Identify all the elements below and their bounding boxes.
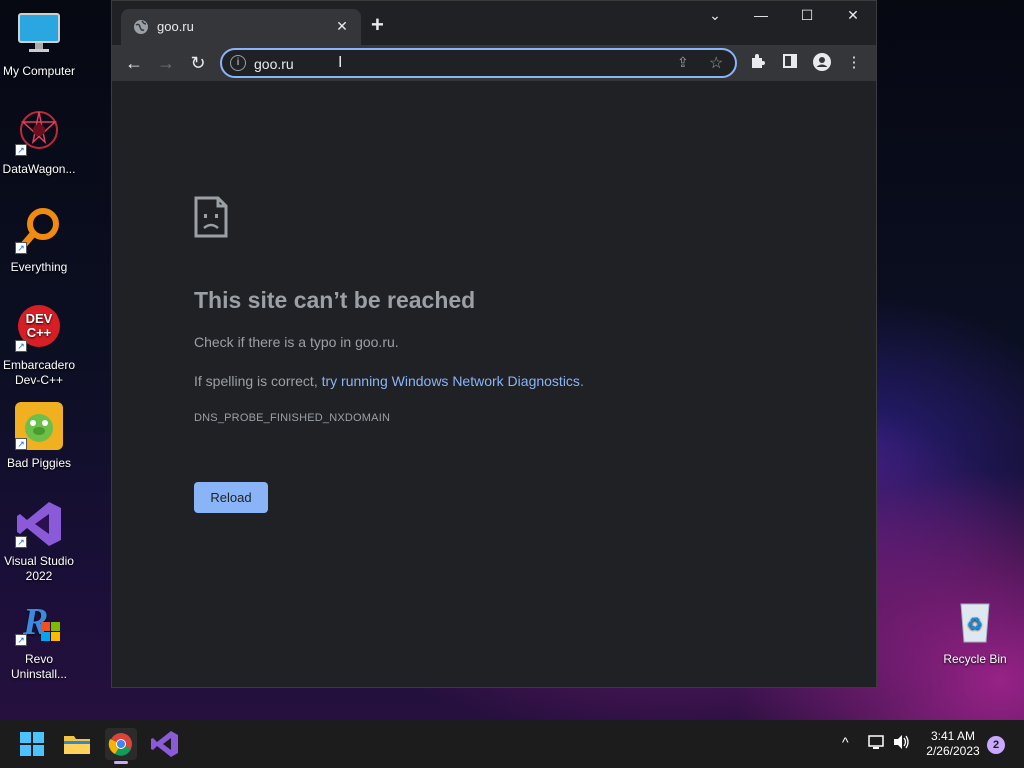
desktop-icon-datawagon[interactable]: ↗ DataWagon... xyxy=(0,108,78,177)
shortcut-arrow-icon: ↗ xyxy=(15,438,27,450)
shortcut-arrow-icon: ↗ xyxy=(15,536,27,548)
clock-date: 2/26/2023 xyxy=(926,744,980,758)
error-hint: Check if there is a typo in goo.ru. xyxy=(194,334,399,350)
extensions-puzzle-icon[interactable] xyxy=(748,53,768,73)
close-tab-icon[interactable]: ✕ xyxy=(333,17,351,35)
desktop-icon-label: DataWagon... xyxy=(2,162,76,176)
reload-button[interactable]: ↻ xyxy=(187,52,209,74)
show-hidden-icons-chevron-icon[interactable]: ^ xyxy=(842,734,849,750)
system-clock[interactable]: 3:41 AM 2/26/2023 xyxy=(922,729,984,759)
share-icon[interactable]: ⇪ xyxy=(677,54,689,71)
text-cursor-icon: I xyxy=(338,54,343,71)
svg-text:C++: C++ xyxy=(27,325,52,340)
network-diagnostics-link[interactable]: try running Windows Network Diagnostics xyxy=(322,373,580,389)
windows-start-icon[interactable] xyxy=(16,728,48,760)
site-info-icon[interactable]: i xyxy=(230,55,246,71)
network-icon[interactable] xyxy=(868,734,886,753)
desktop-icon-label: Visual Studio 2022 xyxy=(4,554,74,583)
taskbar: ^ 3:41 AM 2/26/2023 2 xyxy=(0,720,1024,768)
sad-page-icon xyxy=(194,196,228,238)
visual-studio-taskbar-icon[interactable] xyxy=(149,728,181,760)
recycle-bin-icon: ♻ xyxy=(951,598,999,646)
bookmark-star-icon[interactable]: ☆ xyxy=(709,53,723,73)
shortcut-arrow-icon: ↗ xyxy=(15,634,27,646)
desktop-icon-recycle-bin[interactable]: ♻ Recycle Bin xyxy=(936,598,1014,667)
revo-uninstaller-icon: R ↗ xyxy=(15,598,63,646)
reload-button-page[interactable]: Reload xyxy=(194,482,268,513)
suggestion-suffix: . xyxy=(579,373,584,389)
desktop-icon-bad-piggies[interactable]: ↗ Bad Piggies xyxy=(0,402,78,471)
file-explorer-icon[interactable] xyxy=(61,728,93,760)
svg-text:DEV: DEV xyxy=(26,311,53,326)
profile-avatar-icon[interactable] xyxy=(812,53,832,73)
close-window-button[interactable]: ✕ xyxy=(838,7,868,24)
svg-text:♻: ♻ xyxy=(967,614,983,635)
desktop-icon-revo[interactable]: R ↗ Revo Uninstall... xyxy=(0,598,78,682)
magnifier-icon: ↗ xyxy=(15,206,63,254)
browser-window: goo.ru ✕ + ⌄ — ☐ ✕ ← → ↻ i goo.ru I ⇪ ☆ … xyxy=(111,0,877,688)
suggestion-prefix: If spelling is correct, xyxy=(194,373,322,389)
back-button[interactable]: ← xyxy=(123,52,145,74)
error-page: This site can’t be reached Check if ther… xyxy=(112,81,876,687)
datawagon-icon: ↗ xyxy=(15,108,63,156)
desktop-icon-my-computer[interactable]: My Computer xyxy=(0,10,78,79)
desktop-icon-everything[interactable]: ↗ Everything xyxy=(0,206,78,275)
desktop-icon-visual-studio[interactable]: ↗ Visual Studio 2022 xyxy=(0,500,78,584)
tab-goo-ru[interactable]: goo.ru ✕ xyxy=(121,9,361,45)
desktop-icon-devcpp[interactable]: DEV C++ ↗ Embarcadero Dev-C++ xyxy=(0,304,78,388)
error-title: This site can’t be reached xyxy=(194,287,476,313)
shortcut-arrow-icon: ↗ xyxy=(15,242,27,254)
tab-search-icon[interactable]: ⌄ xyxy=(700,7,730,24)
address-input[interactable]: goo.ru xyxy=(254,56,294,72)
chrome-icon[interactable] xyxy=(105,728,137,764)
desktop-icon-label: My Computer xyxy=(2,64,76,78)
shortcut-arrow-icon: ↗ xyxy=(15,340,27,352)
error-suggestion: If spelling is correct, try running Wind… xyxy=(194,373,584,389)
menu-kebab-icon[interactable]: ⋮ xyxy=(844,53,864,73)
volume-icon[interactable] xyxy=(893,734,911,753)
forward-button[interactable]: → xyxy=(155,52,177,74)
side-panel-icon[interactable] xyxy=(780,53,800,73)
shortcut-arrow-icon: ↗ xyxy=(15,144,27,156)
title-bar: goo.ru ✕ + ⌄ — ☐ ✕ xyxy=(112,1,876,45)
error-code: DNS_PROBE_FINISHED_NXDOMAIN xyxy=(194,412,391,424)
globe-icon xyxy=(133,19,149,35)
maximize-button[interactable]: ☐ xyxy=(792,7,822,24)
desktop-icon-label: Bad Piggies xyxy=(6,456,72,470)
desktop-icon-label: Everything xyxy=(10,260,68,274)
desktop-icon-label: Recycle Bin xyxy=(943,652,1007,666)
devcpp-icon: DEV C++ ↗ xyxy=(15,304,63,352)
tab-title: goo.ru xyxy=(157,19,194,34)
active-app-indicator xyxy=(114,761,128,764)
bad-piggies-icon: ↗ xyxy=(15,402,63,450)
visual-studio-icon: ↗ xyxy=(15,500,63,548)
new-tab-button[interactable]: + xyxy=(371,14,384,36)
minimize-button[interactable]: — xyxy=(746,7,776,23)
browser-toolbar: ← → ↻ i goo.ru I ⇪ ☆ ⋮ xyxy=(112,45,876,81)
monitor-icon xyxy=(15,10,63,58)
desktop-icon-label: Revo Uninstall... xyxy=(10,652,68,681)
notification-badge[interactable]: 2 xyxy=(987,736,1005,754)
desktop-icon-label: Embarcadero Dev-C++ xyxy=(2,358,76,387)
address-bar[interactable]: i goo.ru I ⇪ ☆ xyxy=(220,48,737,78)
clock-time: 3:41 AM xyxy=(930,729,976,743)
